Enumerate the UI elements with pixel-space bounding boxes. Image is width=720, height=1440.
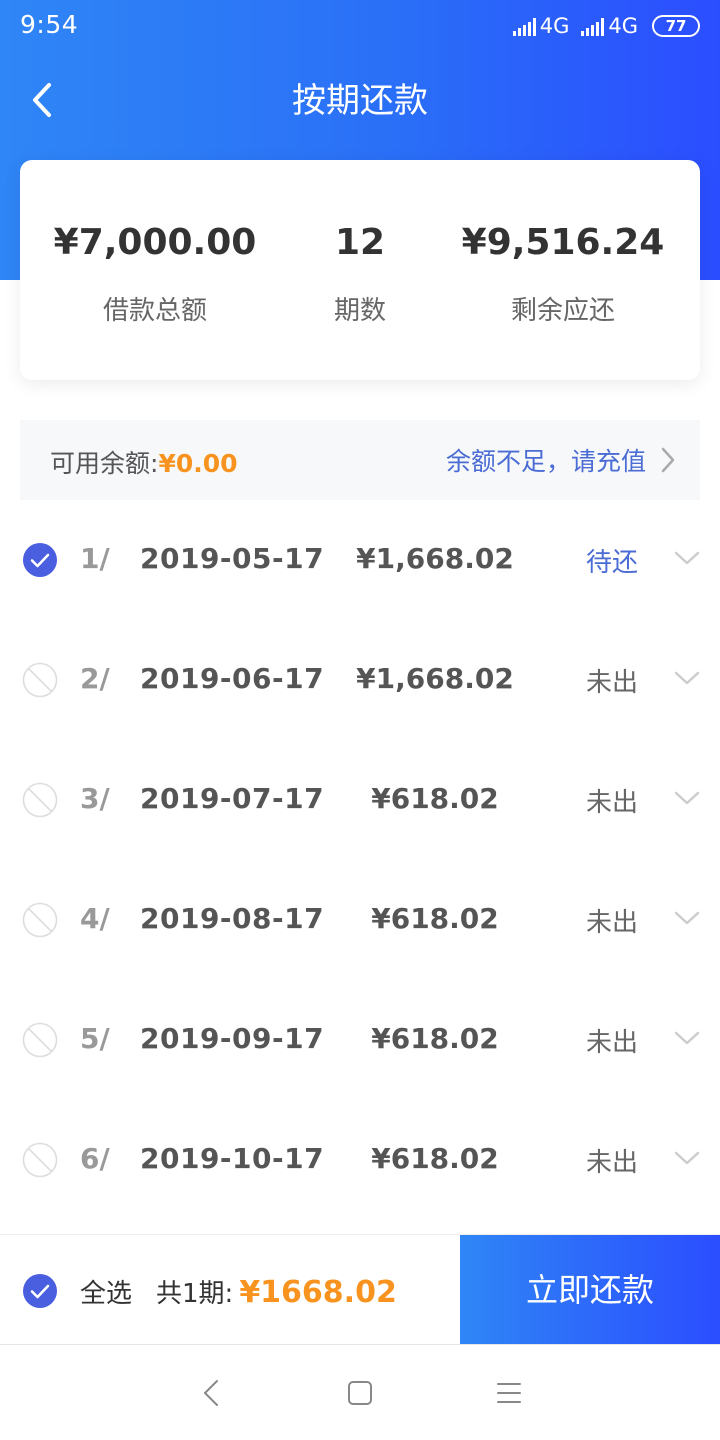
- installment-index: 5/: [80, 1022, 110, 1055]
- summary-remaining: ¥9,516.24 剩余应还: [450, 160, 676, 380]
- summary-label: 借款总额: [102, 296, 207, 326]
- installment-status: 未出: [586, 1028, 639, 1058]
- summary-label: 剩余应还: [510, 296, 615, 326]
- status-time: 9:54: [20, 10, 79, 39]
- summary-value: ¥7,000.00: [53, 222, 257, 263]
- installment-row[interactable]: 2/ 2019-06-17 ¥1,668.02 未出: [0, 620, 720, 740]
- installment-row[interactable]: 5/ 2019-09-17 ¥618.02 未出: [0, 980, 720, 1100]
- installment-row[interactable]: 3/ 2019-07-17 ¥618.02 未出: [0, 740, 720, 860]
- installment-status: 未出: [586, 1148, 639, 1178]
- installment-amount: ¥618.02: [371, 1142, 499, 1175]
- installment-row[interactable]: 4/ 2019-08-17 ¥618.02 未出: [0, 860, 720, 980]
- installment-index: 4/: [80, 902, 110, 935]
- installment-row[interactable]: 6/ 2019-10-17 ¥618.02 未出: [0, 1100, 720, 1220]
- select-all-label: 全选: [80, 1278, 133, 1309]
- installment-index: 3/: [80, 782, 110, 815]
- installment-status: 未出: [586, 668, 639, 698]
- summary-value: 12: [334, 222, 386, 263]
- installment-date: 2019-08-17: [140, 902, 325, 935]
- summary-label: 期数: [333, 296, 386, 326]
- repay-now-button[interactable]: 立即还款: [460, 1235, 720, 1345]
- installment-status: 待还: [586, 548, 639, 578]
- system-menu-icon[interactable]: [493, 1377, 525, 1409]
- disabled-circle-icon: [22, 902, 58, 938]
- balance-bar: 可用余额:¥0.00 余额不足，请充值: [20, 420, 700, 500]
- select-all-toggle[interactable]: 全选: [22, 1271, 132, 1311]
- total-amount: ¥1668.02: [239, 1275, 397, 1310]
- status-bar: 9:54 4G 4G 77: [0, 0, 720, 54]
- chevron-down-icon[interactable]: [672, 786, 702, 810]
- balance-info: 可用余额:¥0.00: [50, 444, 238, 480]
- balance-label: 可用余额:: [50, 449, 159, 478]
- recharge-text: 余额不足，请充值: [445, 447, 646, 476]
- disabled-circle-icon: [22, 1142, 58, 1178]
- recharge-link[interactable]: 余额不足，请充值: [446, 440, 676, 480]
- installment-amount: ¥1,668.02: [356, 662, 514, 695]
- balance-value: ¥0.00: [158, 449, 238, 478]
- page-title: 按期还款: [292, 81, 428, 121]
- chevron-down-icon[interactable]: [672, 906, 702, 930]
- total-summary: 共1期: ¥1668.02: [156, 1273, 397, 1310]
- installment-index: 2/: [80, 662, 110, 695]
- chevron-down-icon[interactable]: [672, 1146, 702, 1170]
- installment-date: 2019-05-17: [140, 542, 325, 575]
- chevron-right-icon: [661, 447, 675, 473]
- loan-summary-card: ¥7,000.00 借款总额 12 期数 ¥9,516.24 剩余应还: [20, 160, 700, 380]
- payment-bottom-bar: 全选 共1期: ¥1668.02 立即还款: [0, 1234, 720, 1345]
- installment-date: 2019-07-17: [140, 782, 325, 815]
- system-home-icon[interactable]: [344, 1377, 376, 1409]
- chevron-down-icon[interactable]: [672, 666, 702, 690]
- signal-icon: [512, 16, 536, 36]
- system-back-icon[interactable]: [196, 1377, 228, 1409]
- installment-status: 未出: [586, 908, 639, 938]
- battery-icon: 77: [652, 15, 700, 37]
- installment-date: 2019-06-17: [140, 662, 325, 695]
- disabled-circle-icon: [22, 782, 58, 818]
- installment-amount: ¥618.02: [371, 902, 499, 935]
- status-indicators: 4G 4G 77: [512, 10, 700, 42]
- installment-amount: ¥618.02: [371, 1022, 499, 1055]
- network-label-2: 4G: [608, 14, 638, 38]
- disabled-circle-icon: [22, 662, 58, 698]
- disabled-circle-icon: [22, 1022, 58, 1058]
- summary-value: ¥9,516.24: [461, 222, 665, 263]
- system-navigation-bar: [0, 1344, 720, 1440]
- installment-row[interactable]: 1/ 2019-05-17 ¥1,668.02 待还: [0, 500, 720, 620]
- installment-status: 未出: [586, 788, 639, 818]
- installment-date: 2019-09-17: [140, 1022, 325, 1055]
- installment-amount: ¥1,668.02: [356, 542, 514, 575]
- chevron-down-icon[interactable]: [672, 546, 702, 570]
- checked-circle-icon: [23, 1274, 57, 1308]
- signal-icon: [581, 16, 605, 36]
- installment-index: 1/: [80, 542, 110, 575]
- total-prefix: 共1期:: [156, 1279, 234, 1309]
- summary-periods: 12 期数: [247, 160, 473, 380]
- summary-total-loan: ¥7,000.00 借款总额: [42, 160, 268, 380]
- installment-date: 2019-10-17: [140, 1142, 325, 1175]
- checked-circle-icon[interactable]: [22, 542, 58, 578]
- installment-index: 6/: [80, 1142, 110, 1175]
- network-label-1: 4G: [539, 14, 570, 38]
- installment-amount: ¥618.02: [371, 782, 499, 815]
- chevron-down-icon[interactable]: [672, 1026, 702, 1050]
- app-root: 9:54 4G 4G 77 按期还款 ¥7,000.00 借款总额 12 期数 …: [0, 0, 720, 1440]
